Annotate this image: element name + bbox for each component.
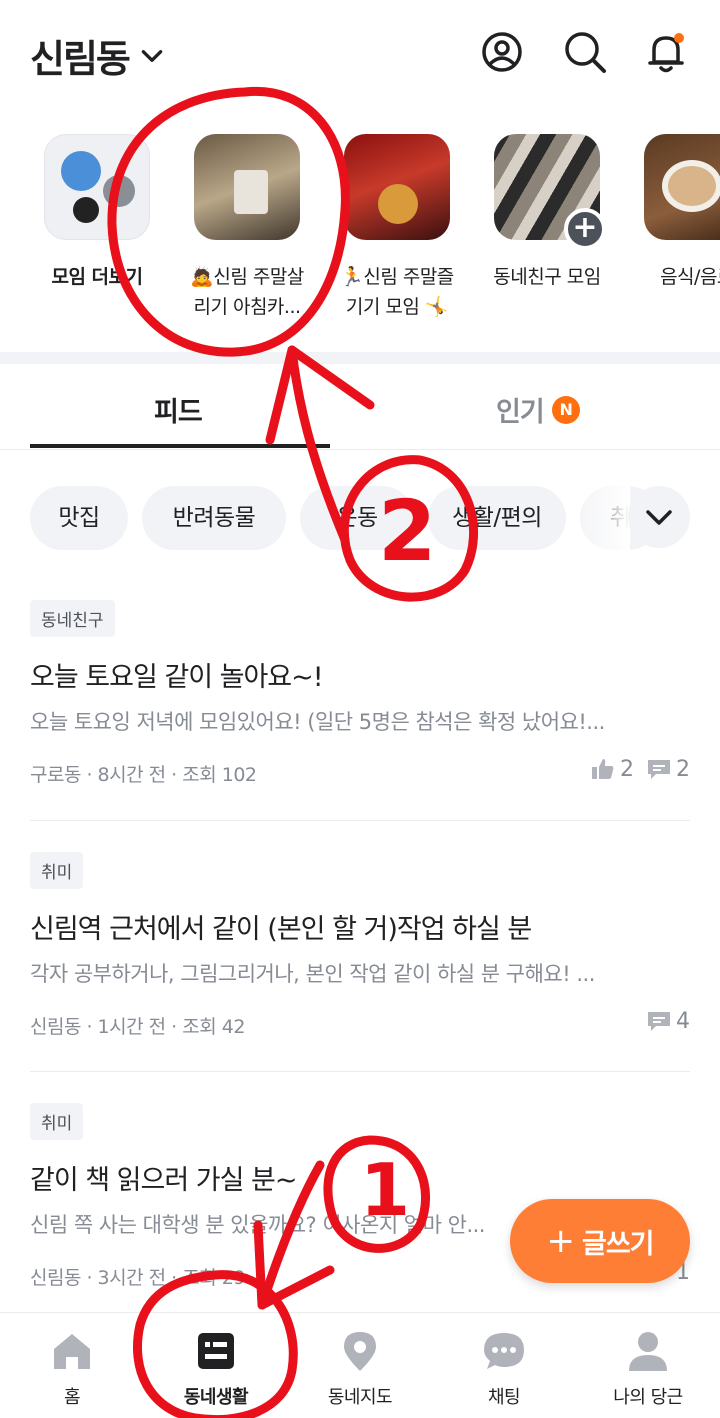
nav-my-carrot[interactable]: 나의 당근 (576, 1329, 720, 1409)
active-tab-indicator (30, 444, 330, 448)
profile-icon[interactable] (480, 30, 524, 74)
bell-icon[interactable] (644, 30, 688, 74)
comment-count: 2 (646, 756, 690, 782)
chevron-down-icon (141, 49, 163, 62)
story-meetup[interactable]: 음식/음료 (622, 134, 720, 292)
nav-map[interactable]: 동네지도 (288, 1329, 432, 1409)
post-title: 같이 책 읽으러 가실 분~ (30, 1165, 298, 1196)
chip-exercise[interactable]: 운동 (300, 486, 414, 550)
post-stats: 4 (646, 1008, 690, 1034)
post-category-tag: 취미 (30, 852, 84, 889)
like-count: 2 (590, 756, 634, 782)
user-icon (626, 1329, 670, 1373)
location-selector[interactable]: 신림동 (30, 28, 165, 83)
nav-label: 채팅 (487, 1387, 521, 1408)
chat-icon (482, 1329, 526, 1373)
nav-label: 홈 (63, 1387, 81, 1408)
feed-post[interactable]: 취미 신림역 근처에서 같이 (본인 할 거)작업 하실 분 각자 공부하거나,… (30, 852, 690, 1039)
post-category-tag: 동네친구 (30, 600, 115, 637)
nav-home[interactable]: 홈 (0, 1329, 144, 1409)
story-thumbnail (644, 134, 720, 240)
story-label: 음식/음료 (660, 266, 720, 288)
comment-icon (648, 760, 670, 779)
community-icon (194, 1329, 238, 1373)
nav-label: 나의 당근 (613, 1387, 683, 1408)
story-thumbnail (194, 134, 300, 240)
location-label: 신림동 (30, 37, 131, 81)
story-label: 🏃신림 주말즐 기기 모임 🤸 (340, 266, 454, 318)
story-label: 동네친구 모임 (493, 266, 601, 288)
top-header: 신림동 (0, 0, 720, 110)
thumbs-up-icon (592, 759, 614, 779)
nav-community[interactable]: 동네생활 (144, 1329, 288, 1409)
post-preview: 각자 공부하거나, 그림그리거나, 본인 작업 같이 하실 분 구해요! ... (30, 962, 595, 986)
story-thumbnail (44, 134, 150, 240)
bottom-navigation: 홈 동네생활 동네지도 채팅 나의 당근 (0, 1312, 720, 1418)
comment-count: 4 (646, 1008, 690, 1034)
meetup-stories: 모임 더보기 🙇신림 주말살 리기 아침카... 🏃신림 주말즐 기기 모임 🤸… (0, 134, 720, 344)
story-thumbnail (344, 134, 450, 240)
story-meetup[interactable]: 🙇신림 주말살 리기 아침카... (172, 134, 322, 322)
story-more-meetups[interactable]: 모임 더보기 (22, 134, 172, 292)
map-pin-icon (338, 1329, 382, 1373)
comment-icon (648, 1012, 670, 1031)
story-meetup[interactable]: 🏃신림 주말즐 기기 모임 🤸 (322, 134, 472, 322)
story-label: 모임 더보기 (51, 266, 143, 288)
chips-fade (570, 486, 630, 550)
post-title: 신림역 근처에서 같이 (본인 할 거)작업 하실 분 (30, 914, 532, 945)
story-meetup[interactable]: + 동네친구 모임 (472, 134, 622, 292)
feed-post[interactable]: 동네친구 오늘 토요일 같이 놀아요~! 오늘 토요잉 저녁에 모임있어요! (… (30, 600, 690, 787)
new-badge: N (551, 395, 580, 424)
tab-popular-label: 인기 (496, 397, 545, 428)
plus-icon: + (564, 208, 606, 250)
home-icon (50, 1329, 94, 1373)
post-stats: 2 2 (590, 756, 690, 782)
nav-chat[interactable]: 채팅 (432, 1329, 576, 1409)
story-label: 🙇신림 주말살 리기 아침카... (190, 266, 304, 318)
post-category-tag: 취미 (30, 1103, 84, 1140)
post-title: 오늘 토요일 같이 놀아요~! (30, 662, 324, 693)
plus-icon: + (546, 1221, 574, 1261)
search-icon[interactable] (563, 30, 607, 74)
nav-label: 동네생활 (183, 1387, 249, 1408)
chip-living[interactable]: 생활/편의 (428, 486, 566, 550)
chip-pets[interactable]: 반려동물 (142, 486, 286, 550)
post-divider (30, 1071, 690, 1072)
chips-expand-button[interactable] (628, 486, 690, 548)
tab-feed[interactable]: 피드 (154, 390, 203, 429)
write-post-label: 글쓰기 (581, 1228, 655, 1260)
nav-label: 동네지도 (327, 1387, 393, 1408)
write-post-button[interactable]: + 글쓰기 (510, 1199, 690, 1283)
section-divider (0, 352, 720, 364)
post-divider (30, 820, 690, 821)
tab-popular[interactable]: 인기 N (496, 390, 580, 429)
post-meta: 신림동 · 1시간 전 · 조회 42 (30, 1016, 245, 1038)
chevron-down-icon (646, 510, 672, 525)
chip-food[interactable]: 맛집 (30, 486, 128, 550)
story-thumbnail: + (494, 134, 606, 250)
feed-tabs: 피드 인기 N (0, 364, 720, 450)
post-preview: 오늘 토요잉 저녁에 모임있어요! (일단 5명은 참석은 확정 났어요!... (30, 710, 605, 734)
